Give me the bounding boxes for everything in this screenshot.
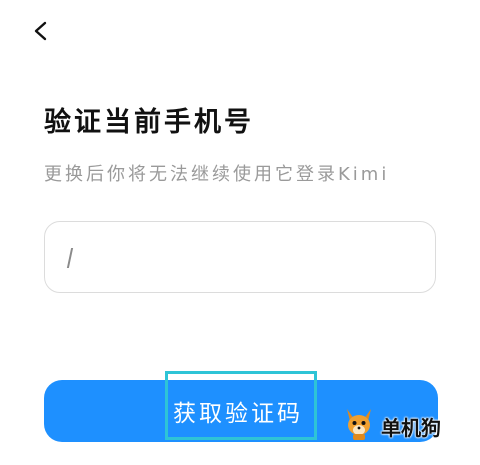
watermark-text: 单机狗 <box>381 415 441 440</box>
back-button[interactable] <box>28 20 54 46</box>
phone-number-field[interactable] <box>44 221 436 293</box>
page-subtitle: 更换后你将无法继续使用它登录Kimi <box>44 164 390 185</box>
highlight-annotation-box <box>165 371 317 440</box>
chevron-left-icon <box>31 20 51 46</box>
watermark: 单机狗 <box>343 408 441 444</box>
phone-number-input[interactable] <box>67 222 407 292</box>
fox-mascot-icon <box>343 407 375 445</box>
page-title: 验证当前手机号 <box>44 107 254 138</box>
